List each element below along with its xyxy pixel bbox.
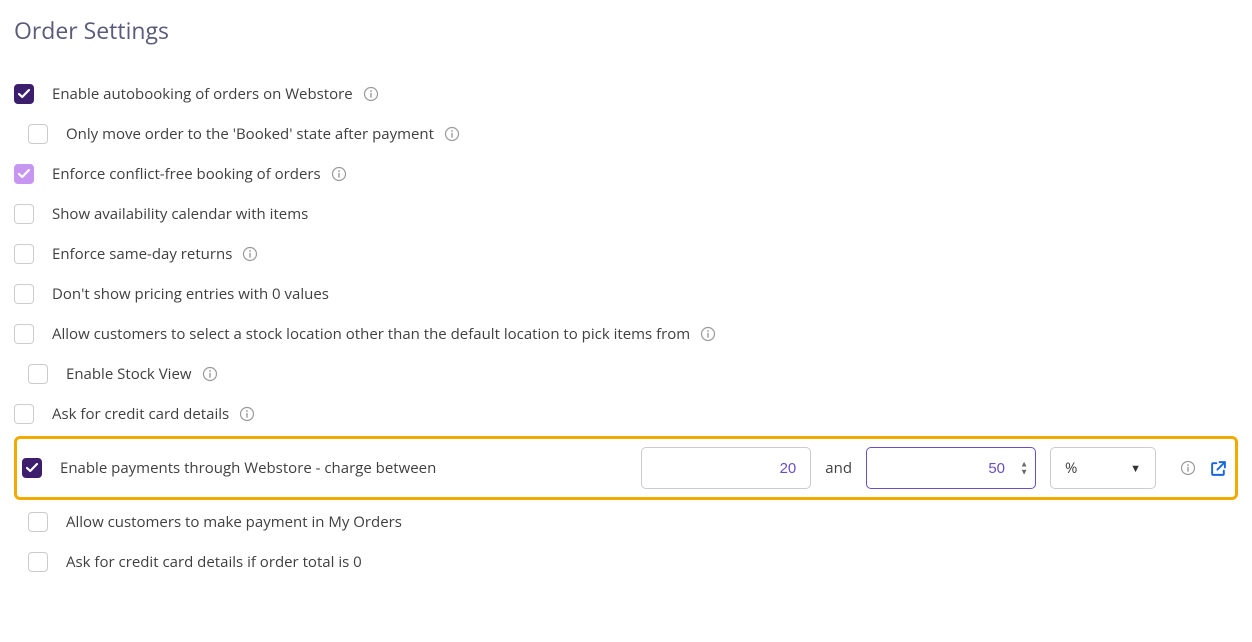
label-payment-myorders: Allow customers to make payment in My Or… bbox=[66, 512, 402, 532]
label-autobooking: Enable autobooking of orders on Webstore bbox=[52, 84, 353, 104]
info-icon[interactable] bbox=[242, 246, 258, 262]
row-enable-payments: Enable payments through Webstore - charg… bbox=[14, 436, 1238, 500]
checkbox-hide-zero-pricing[interactable] bbox=[14, 284, 34, 304]
checkbox-availability-calendar[interactable] bbox=[14, 204, 34, 224]
row-payment-myorders: Allow customers to make payment in My Or… bbox=[14, 502, 1238, 542]
row-stock-location: Allow customers to select a stock locati… bbox=[14, 314, 1238, 354]
label-ask-cc-zero: Ask for credit card details if order tot… bbox=[66, 552, 362, 572]
row-hide-zero-pricing: Don't show pricing entries with 0 values bbox=[14, 274, 1238, 314]
charge-unit-value: % bbox=[1065, 458, 1077, 478]
checkbox-payment-myorders[interactable] bbox=[28, 512, 48, 532]
row-autobooking: Enable autobooking of orders on Webstore bbox=[14, 74, 1238, 114]
label-conflict-free: Enforce conflict-free booking of orders bbox=[52, 164, 321, 184]
charge-min-input[interactable] bbox=[641, 447, 811, 489]
label-enable-payments: Enable payments through Webstore - charg… bbox=[60, 458, 436, 478]
label-stock-view: Enable Stock View bbox=[66, 364, 192, 384]
info-icon[interactable] bbox=[700, 326, 716, 342]
info-icon[interactable] bbox=[1180, 460, 1196, 476]
checkbox-enable-payments[interactable] bbox=[22, 458, 42, 478]
row-stock-view: Enable Stock View bbox=[14, 354, 1238, 394]
checkbox-booked-after-payment[interactable] bbox=[28, 124, 48, 144]
checkbox-conflict-free[interactable] bbox=[14, 164, 34, 184]
chevron-down-icon: ▼ bbox=[1130, 461, 1141, 476]
row-same-day-returns: Enforce same-day returns bbox=[14, 234, 1238, 274]
label-ask-cc: Ask for credit card details bbox=[52, 404, 229, 424]
checkbox-same-day-returns[interactable] bbox=[14, 244, 34, 264]
info-icon[interactable] bbox=[239, 406, 255, 422]
checkbox-ask-cc[interactable] bbox=[14, 404, 34, 424]
label-booked-after-payment: Only move order to the 'Booked' state af… bbox=[66, 124, 434, 144]
info-icon[interactable] bbox=[331, 166, 347, 182]
row-booked-after-payment: Only move order to the 'Booked' state af… bbox=[14, 114, 1238, 154]
order-settings-list: Enable autobooking of orders on Webstore… bbox=[14, 74, 1238, 582]
charge-max-spinner[interactable]: ▲ ▼ bbox=[1020, 461, 1028, 476]
row-availability-calendar: Show availability calendar with items bbox=[14, 194, 1238, 234]
charge-max-input[interactable] bbox=[866, 447, 1036, 489]
label-same-day-returns: Enforce same-day returns bbox=[52, 244, 232, 264]
checkbox-ask-cc-zero[interactable] bbox=[28, 552, 48, 572]
checkbox-autobooking[interactable] bbox=[14, 84, 34, 104]
checkbox-stock-location[interactable] bbox=[14, 324, 34, 344]
row-ask-cc-zero: Ask for credit card details if order tot… bbox=[14, 542, 1238, 582]
and-label: and bbox=[825, 458, 852, 478]
row-conflict-free: Enforce conflict-free booking of orders bbox=[14, 154, 1238, 194]
info-icon[interactable] bbox=[363, 86, 379, 102]
charge-unit-select[interactable]: % ▼ bbox=[1050, 447, 1156, 489]
label-hide-zero-pricing: Don't show pricing entries with 0 values bbox=[52, 284, 329, 304]
external-link-icon[interactable] bbox=[1210, 460, 1227, 477]
checkbox-stock-view[interactable] bbox=[28, 364, 48, 384]
info-icon[interactable] bbox=[444, 126, 460, 142]
row-ask-cc: Ask for credit card details bbox=[14, 394, 1238, 434]
spinner-down-icon[interactable]: ▼ bbox=[1020, 469, 1028, 476]
label-stock-location: Allow customers to select a stock locati… bbox=[52, 324, 690, 344]
charge-range-group: and ▲ ▼ % ▼ bbox=[641, 447, 1227, 489]
label-availability-calendar: Show availability calendar with items bbox=[52, 204, 308, 224]
page-title: Order Settings bbox=[14, 14, 1238, 46]
info-icon[interactable] bbox=[202, 366, 218, 382]
